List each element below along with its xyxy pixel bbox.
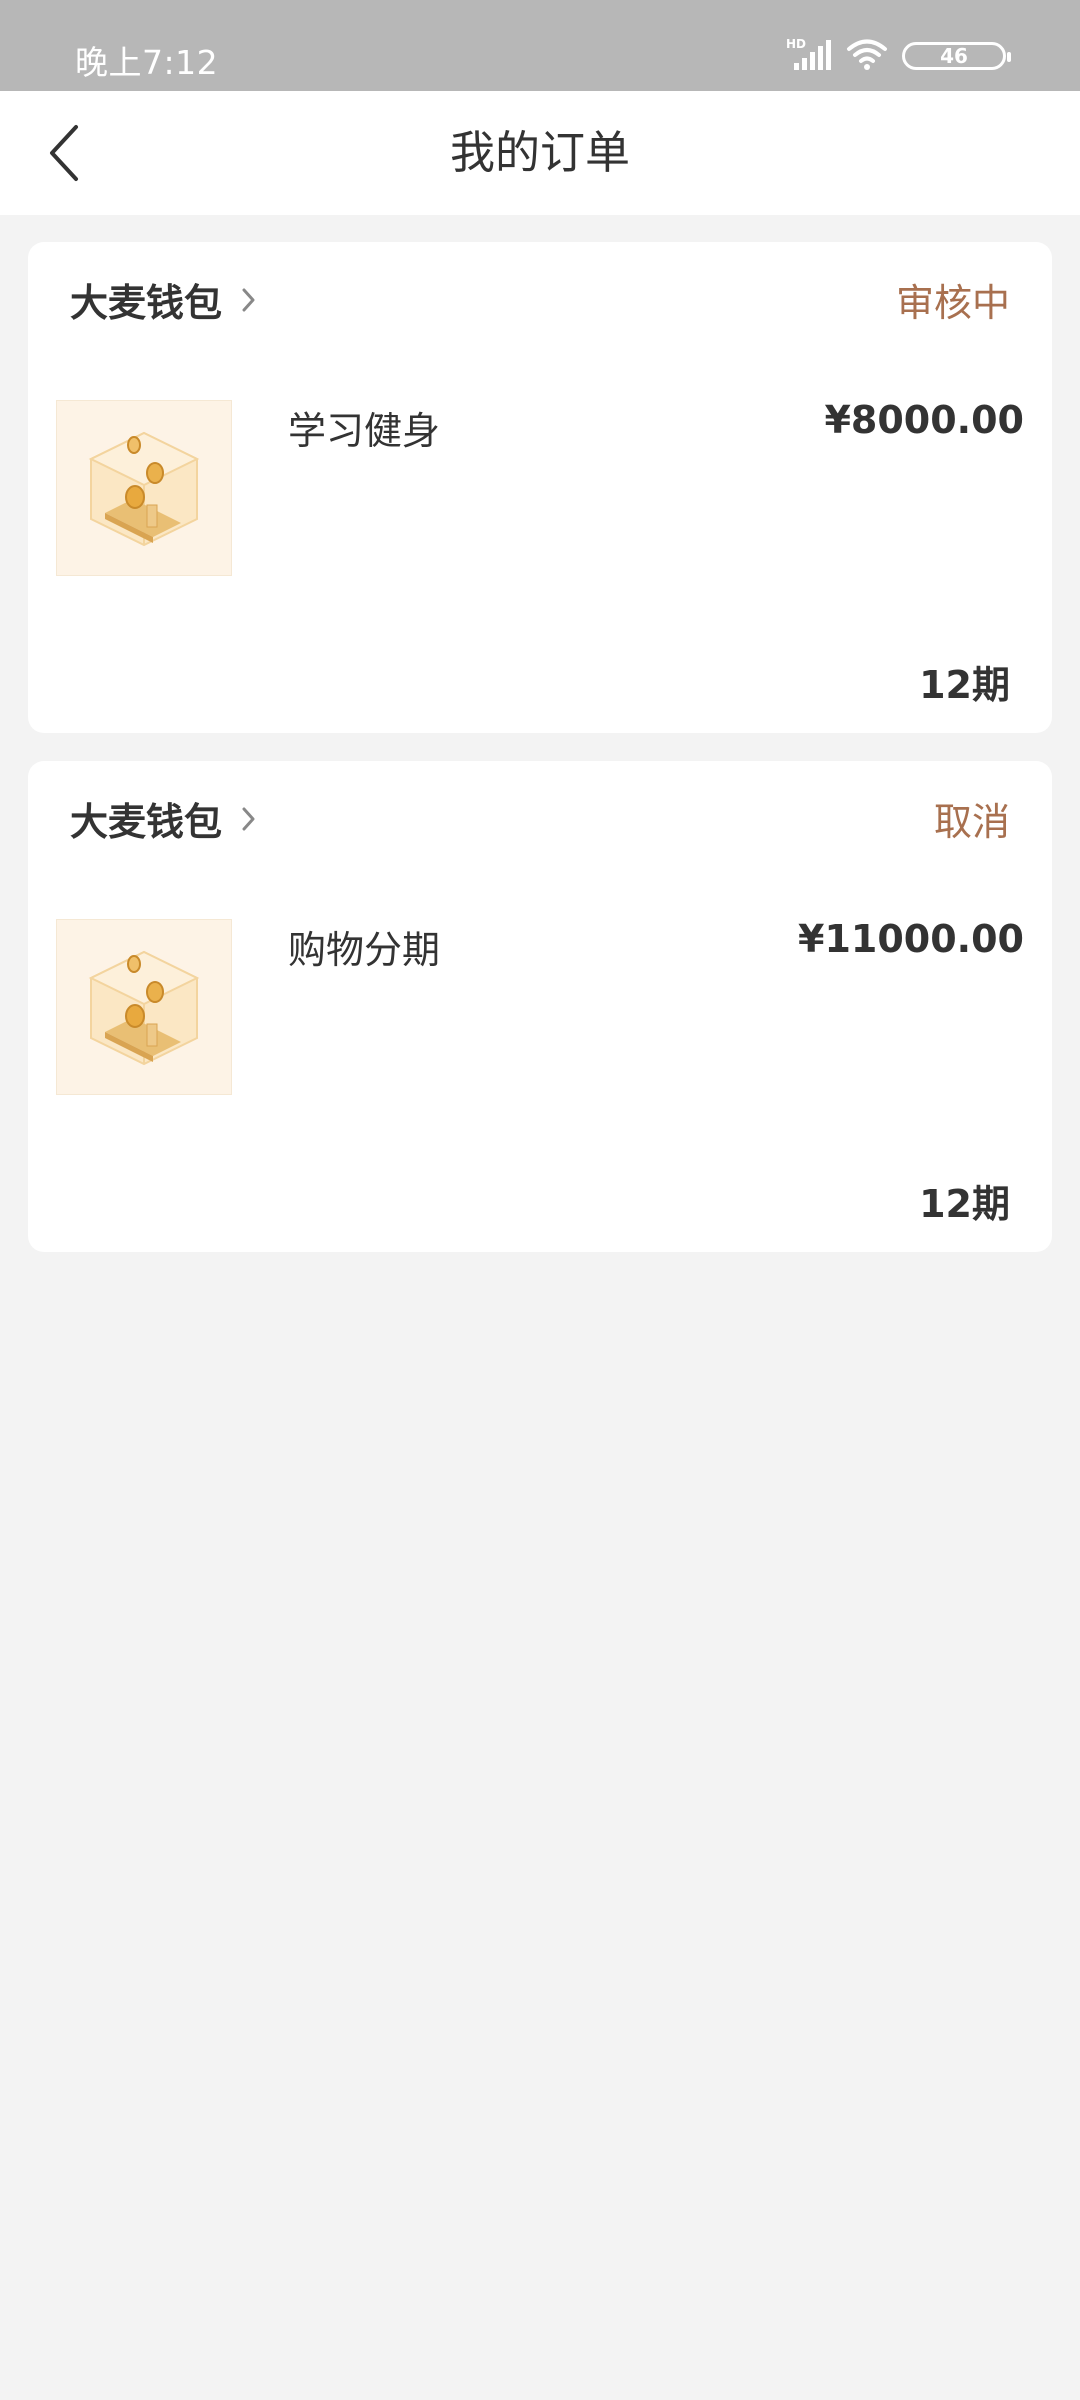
- page-title: 我的订单: [449, 126, 630, 179]
- wifi-icon: [846, 37, 888, 75]
- coin-box-icon: [88, 431, 200, 547]
- nav-bar: 我的订单: [0, 91, 1080, 215]
- shop-name: 大麦钱包: [70, 281, 223, 325]
- order-card[interactable]: 大麦钱包 取消 购物分期 ¥11000.00 12期: [28, 761, 1052, 1252]
- battery-icon: 46: [902, 42, 1011, 70]
- chevron-left-icon: [50, 125, 78, 181]
- order-list: 大麦钱包 审核中 学习健身 ¥8000.00 12期 大麦钱包 取消 购物分期 …: [28, 242, 1052, 1280]
- order-status: 审核中: [895, 281, 1010, 325]
- back-button[interactable]: [30, 117, 102, 189]
- shop-name: 大麦钱包: [70, 800, 223, 844]
- order-card[interactable]: 大麦钱包 审核中 学习健身 ¥8000.00 12期: [28, 242, 1052, 733]
- product-thumbnail: [56, 919, 232, 1095]
- shop-link[interactable]: 大麦钱包: [70, 272, 262, 327]
- signal-icon: HD: [786, 37, 832, 75]
- product-name: 学习健身: [288, 409, 441, 453]
- battery-level: 46: [940, 44, 968, 68]
- product-thumbnail: [56, 400, 232, 576]
- coin-box-icon: [88, 950, 200, 1066]
- shop-link[interactable]: 大麦钱包: [70, 791, 262, 846]
- status-icons: HD 46: [786, 37, 1011, 75]
- product-price: ¥8000.00: [824, 398, 1024, 442]
- signal-hd-label: HD: [786, 37, 806, 51]
- chevron-right-icon: [242, 805, 262, 833]
- chevron-right-icon: [242, 286, 262, 314]
- product-price: ¥11000.00: [798, 917, 1024, 961]
- status-bar: 晚上7:12 HD 46: [0, 0, 1080, 91]
- status-time: 晚上7:12: [75, 43, 219, 82]
- installment-period: 12期: [919, 663, 1010, 707]
- order-status: 取消: [933, 800, 1010, 844]
- installment-period: 12期: [919, 1182, 1010, 1226]
- product-name: 购物分期: [288, 928, 441, 972]
